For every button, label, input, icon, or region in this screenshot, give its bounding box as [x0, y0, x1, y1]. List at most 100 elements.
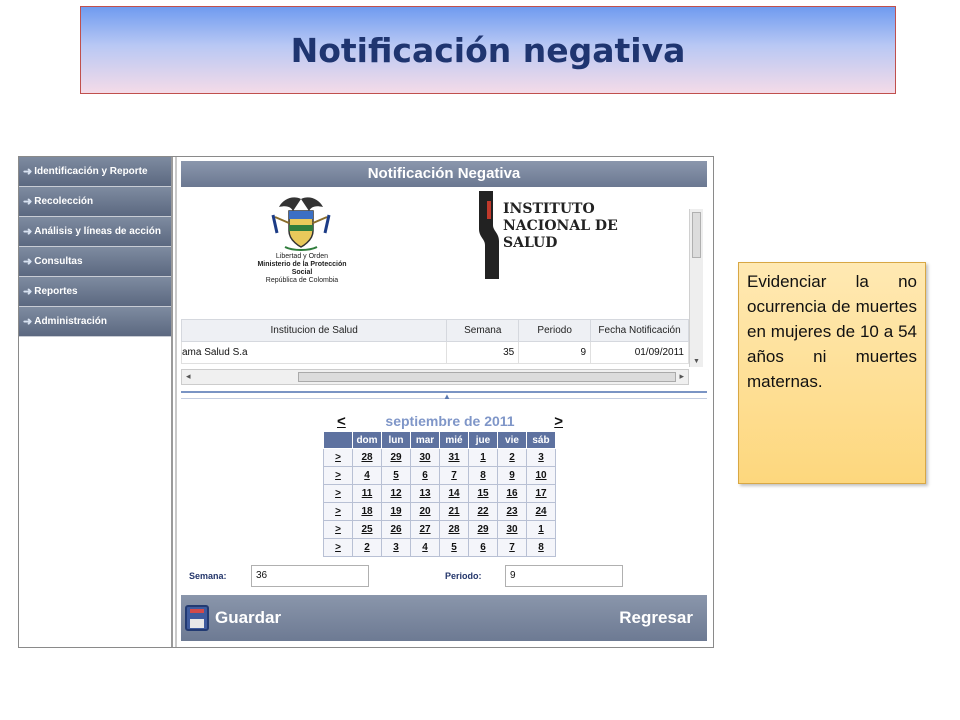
scroll-down-icon[interactable]: ▼ — [693, 358, 700, 365]
calendar-day[interactable]: 23 — [497, 502, 527, 521]
week-select-link[interactable]: > — [323, 520, 353, 539]
calendar-day[interactable]: 28 — [439, 520, 469, 539]
semana-field[interactable]: 36 — [251, 565, 369, 587]
collapse-triangle-icon[interactable]: ▲ — [443, 392, 451, 401]
calendar-day[interactable]: 26 — [381, 520, 411, 539]
save-button-label: Guardar — [215, 608, 282, 627]
app-window: ➜ Identificación y Reporte ➜ Recolección… — [18, 156, 714, 648]
calendar-day[interactable]: 22 — [468, 502, 498, 521]
next-month-link[interactable]: > — [554, 413, 563, 430]
calendar-day[interactable]: 10 — [526, 466, 556, 485]
sidebar-item-label: Identificación y Reporte — [34, 166, 148, 177]
table-cell: 9 — [518, 341, 592, 364]
calendar-day[interactable]: 21 — [439, 502, 469, 521]
calendar-day[interactable]: 8 — [468, 466, 498, 485]
coat-of-arms-icon — [271, 197, 331, 251]
calendar-day[interactable]: 1 — [526, 520, 556, 539]
calendar-day[interactable]: 2 — [352, 538, 382, 557]
calendar-day[interactable]: 30 — [410, 448, 440, 467]
scroll-right-icon[interactable]: ▸ — [679, 371, 684, 382]
scroll-thumb[interactable] — [298, 372, 676, 382]
calendar-day[interactable]: 3 — [526, 448, 556, 467]
sidebar-item-consultas[interactable]: ➜ Consultas — [19, 247, 171, 277]
ins-line-3: SALUD — [503, 235, 558, 251]
calendar-day[interactable]: 2 — [497, 448, 527, 467]
calendar-day[interactable]: 17 — [526, 484, 556, 503]
coat-of-arms-logo: Libertad y Orden Ministerio de la Protec… — [247, 193, 357, 285]
calendar-day[interactable]: 29 — [468, 520, 498, 539]
calendar-day[interactable]: 18 — [352, 502, 382, 521]
week-select-link[interactable]: > — [323, 448, 353, 467]
sidebar-item-recoleccion[interactable]: ➜ Recolección — [19, 187, 171, 217]
day-header: mié — [439, 431, 469, 449]
calendar-day[interactable]: 31 — [439, 448, 469, 467]
calendar-day[interactable]: 28 — [352, 448, 382, 467]
logo-area: Libertad y Orden Ministerio de la Protec… — [181, 187, 689, 317]
ins-line-2: NACIONAL DE — [503, 218, 618, 234]
slide: Notificación negativa ➜ Identificación y… — [0, 0, 960, 720]
scroll-left-icon[interactable]: ◂ — [186, 371, 191, 382]
calendar-day[interactable]: 6 — [410, 466, 440, 485]
calendar-day[interactable]: 25 — [352, 520, 382, 539]
arrow-right-icon: ➜ — [23, 166, 33, 178]
calendar-day[interactable]: 7 — [497, 538, 527, 557]
sidebar-item-analisis[interactable]: ➜ Análisis y líneas de acción — [19, 217, 171, 247]
coat-line-1: Libertad y Orden — [275, 253, 329, 260]
col-header[interactable]: Semana — [446, 319, 520, 342]
main-content: Notificación Negativa Libertad y Orden M… — [175, 157, 713, 647]
table-row[interactable]: ama Salud S.a 35 9 01/09/2011 — [180, 341, 689, 364]
sidebar-item-identificacion[interactable]: ➜ Identificación y Reporte — [19, 157, 171, 187]
semana-label: Semana: — [189, 571, 227, 581]
calendar-day[interactable]: 6 — [468, 538, 498, 557]
calendar-day[interactable]: 12 — [381, 484, 411, 503]
horizontal-scrollbar[interactable]: ◂ ▸ — [181, 369, 689, 385]
panel-splitter[interactable]: ▲ — [181, 391, 707, 401]
calendar-header: < septiembre de 2011 > — [337, 411, 563, 431]
coat-caption: Libertad y Orden Ministerio de la Protec… — [247, 253, 357, 285]
sidebar-item-reportes[interactable]: ➜ Reportes — [19, 277, 171, 307]
save-button[interactable]: Guardar — [185, 603, 281, 633]
periodo-label: Periodo: — [445, 571, 482, 581]
coat-line-3: República de Colombia — [265, 277, 339, 284]
prev-month-link[interactable]: < — [337, 413, 346, 430]
calendar-grid: dom lun mar mié jue vie sáb > 28 29 30 3… — [323, 431, 556, 557]
week-select-link[interactable]: > — [323, 538, 353, 557]
calendar-day[interactable]: 7 — [439, 466, 469, 485]
calendar-day[interactable]: 3 — [381, 538, 411, 557]
scroll-thumb[interactable] — [692, 212, 701, 258]
periodo-field[interactable]: 9 — [505, 565, 623, 587]
calendar-day[interactable]: 11 — [352, 484, 382, 503]
col-header[interactable]: Institucion de Salud — [180, 319, 448, 342]
calendar-day[interactable]: 1 — [468, 448, 498, 467]
calendar-day[interactable]: 29 — [381, 448, 411, 467]
col-header[interactable]: Fecha Notificación — [590, 319, 689, 342]
calendar-day[interactable]: 4 — [352, 466, 382, 485]
calendar-day[interactable]: 4 — [410, 538, 440, 557]
calendar-day[interactable]: 14 — [439, 484, 469, 503]
week-select-link[interactable]: > — [323, 484, 353, 503]
footer-bar: Guardar Regresar — [181, 595, 707, 641]
calendar-day[interactable]: 19 — [381, 502, 411, 521]
back-button[interactable]: Regresar — [619, 608, 693, 628]
calendar-day[interactable]: 24 — [526, 502, 556, 521]
calendar-day[interactable]: 15 — [468, 484, 498, 503]
calendar-day[interactable]: 27 — [410, 520, 440, 539]
calendar-day[interactable]: 8 — [526, 538, 556, 557]
calendar-day[interactable]: 16 — [497, 484, 527, 503]
sidebar-item-label: Reportes — [34, 286, 78, 297]
vertical-scrollbar[interactable]: ▼ — [689, 209, 703, 367]
sidebar-item-administracion[interactable]: ➜ Administración — [19, 307, 171, 337]
arrow-right-icon: ➜ — [23, 286, 33, 298]
week-select-link[interactable]: > — [323, 502, 353, 521]
col-header[interactable]: Periodo — [518, 319, 592, 342]
sidebar-item-label: Recolección — [34, 196, 94, 207]
calendar-day[interactable]: 20 — [410, 502, 440, 521]
calendar-day[interactable]: 5 — [381, 466, 411, 485]
week-select-link[interactable]: > — [323, 466, 353, 485]
day-header: vie — [497, 431, 527, 449]
calendar-day[interactable]: 9 — [497, 466, 527, 485]
calendar-month-title: septiembre de 2011 — [385, 413, 515, 429]
calendar-day[interactable]: 13 — [410, 484, 440, 503]
calendar-day[interactable]: 30 — [497, 520, 527, 539]
calendar-day[interactable]: 5 — [439, 538, 469, 557]
